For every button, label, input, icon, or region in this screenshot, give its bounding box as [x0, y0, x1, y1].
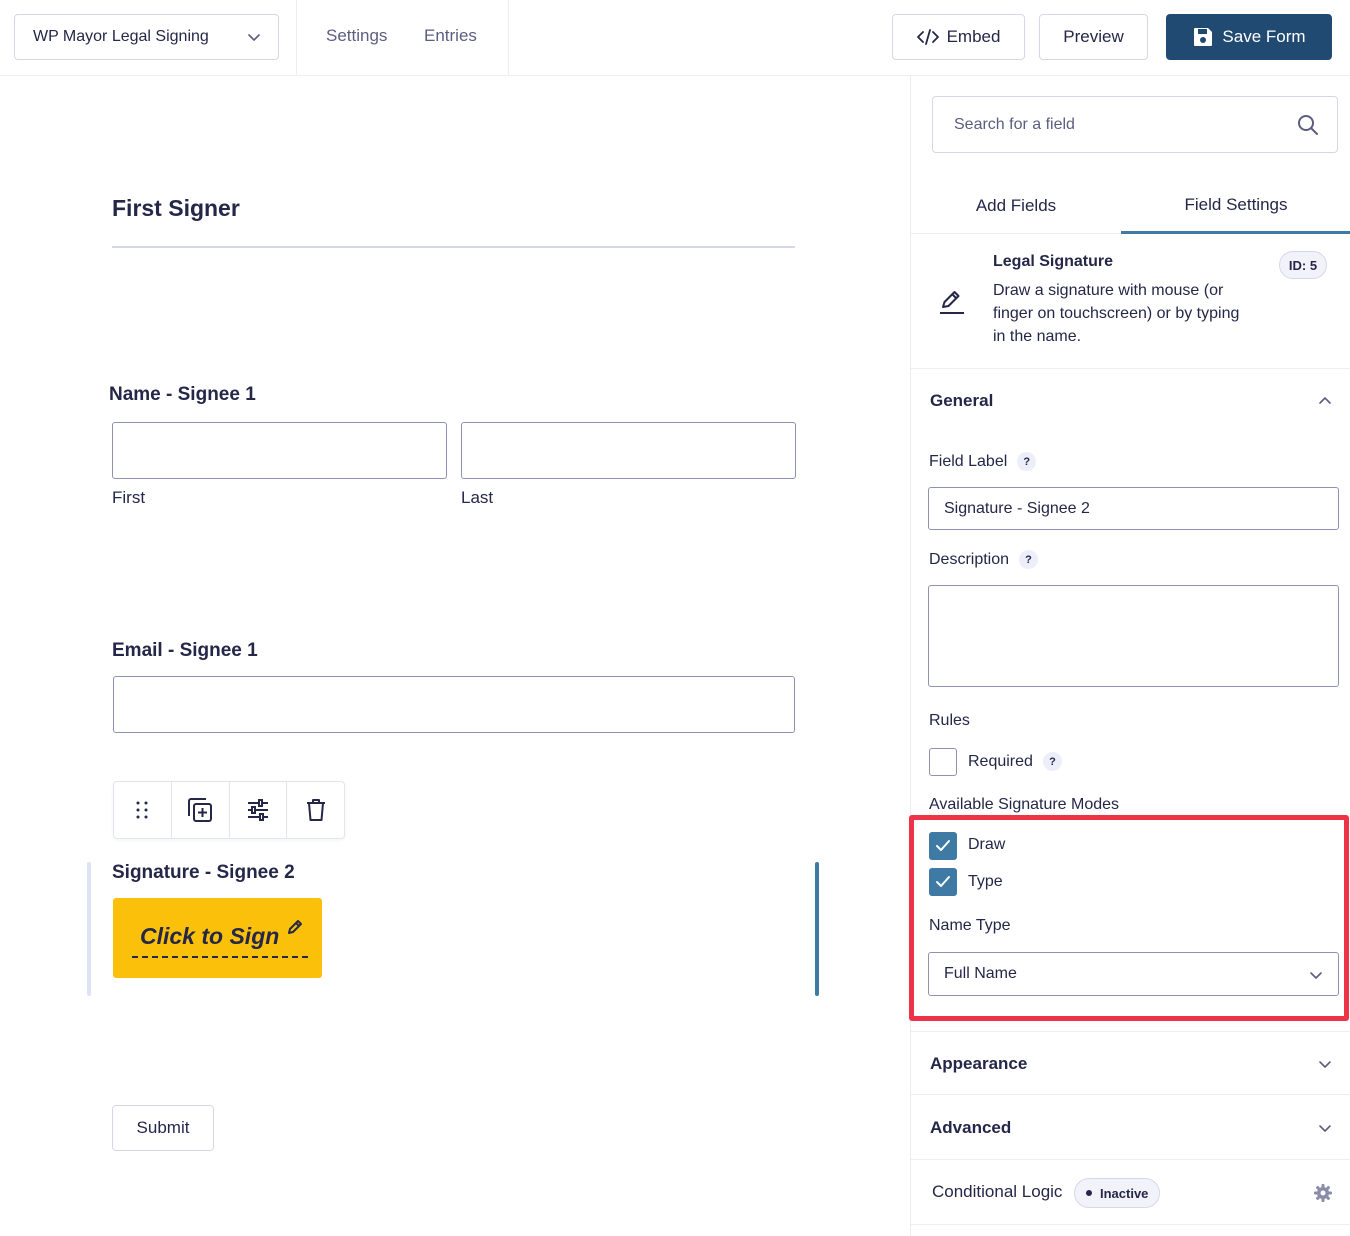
general-accordion-header[interactable]: General: [911, 369, 1350, 433]
tab-add-fields[interactable]: Add Fields: [911, 178, 1121, 234]
save-form-button[interactable]: Save Form: [1166, 14, 1332, 60]
type-label: Type: [968, 873, 1003, 890]
required-checkbox[interactable]: [929, 748, 957, 776]
name-field-label: Name - Signee 1: [109, 384, 256, 405]
preview-label: Preview: [1063, 27, 1124, 46]
click-to-sign-text: Click to Sign: [140, 918, 306, 950]
checkmark-icon: [936, 876, 950, 887]
search-placeholder: Search for a field: [954, 115, 1075, 133]
first-sublabel: First: [112, 488, 146, 507]
field-settings-button[interactable]: [230, 782, 288, 838]
preview-button[interactable]: Preview: [1039, 14, 1148, 60]
checkmark-icon: [936, 840, 950, 851]
divider: [508, 0, 509, 75]
draw-label: Draw: [968, 836, 1006, 853]
conditional-logic-header[interactable]: Conditional Logic Inactive: [911, 1161, 1350, 1225]
field-label-label: Field Label ?: [929, 452, 1037, 471]
nav-entries[interactable]: Entries: [424, 26, 477, 46]
signature-field-label: Signature - Signee 2: [112, 862, 295, 883]
appearance-title: Appearance: [930, 1054, 1028, 1073]
description-label: Description ?: [929, 550, 1039, 569]
last-name-input[interactable]: [461, 422, 796, 479]
advanced-accordion-header[interactable]: Advanced: [911, 1096, 1350, 1160]
click-to-sign-button[interactable]: Click to Sign: [113, 898, 322, 978]
nav-settings[interactable]: Settings: [326, 26, 387, 46]
divider: [296, 0, 297, 75]
email-field-label: Email - Signee 1: [112, 640, 258, 661]
sidebar-tabs: Add Fields Field Settings: [911, 178, 1350, 234]
field-toolbar: [113, 781, 345, 839]
general-title: General: [930, 391, 994, 410]
help-icon[interactable]: ?: [1042, 752, 1062, 771]
drag-handle-button[interactable]: [114, 782, 172, 838]
rules-label: Rules: [929, 712, 970, 729]
section-title: First Signer: [112, 195, 240, 221]
form-selector[interactable]: WP Mayor Legal Signing: [14, 14, 279, 60]
signature-icon: [940, 291, 964, 314]
status-dot-icon: [1086, 1190, 1092, 1196]
drag-handle-icon: [136, 801, 148, 819]
status-badge: Inactive: [1074, 1178, 1161, 1208]
top-bar: WP Mayor Legal Signing Settings Entries …: [0, 0, 1350, 76]
submit-button[interactable]: Submit: [112, 1105, 214, 1151]
help-icon[interactable]: ?: [1019, 550, 1039, 569]
required-label: Required ?: [968, 752, 1062, 771]
signature-modes-label: Available Signature Modes: [929, 796, 1120, 813]
chevron-down-icon: [1319, 1125, 1331, 1132]
field-info: Legal Signature Draw a signature with mo…: [911, 234, 1350, 369]
delete-button[interactable]: [287, 782, 344, 838]
signature-line: [132, 956, 308, 958]
sidebar: Search for a field Add Fields Field Sett…: [910, 76, 1350, 1236]
form-name: WP Mayor Legal Signing: [33, 28, 209, 45]
settings-sliders-icon: [247, 799, 268, 821]
search-icon: [1298, 115, 1318, 135]
appearance-accordion-header[interactable]: Appearance: [911, 1031, 1350, 1095]
section-divider: [112, 246, 795, 248]
last-sublabel: Last: [461, 488, 494, 507]
duplicate-icon: [188, 798, 213, 822]
email-input[interactable]: [113, 676, 795, 733]
field-type-title: Legal Signature: [993, 253, 1114, 270]
embed-button[interactable]: Embed: [892, 14, 1025, 60]
description-textarea[interactable]: [928, 585, 1339, 687]
field-search-input[interactable]: Search for a field: [932, 96, 1338, 153]
field-type-description: Draw a signature with mouse (or finger o…: [993, 282, 1240, 345]
chevron-up-icon: [1319, 397, 1331, 404]
code-icon: [916, 29, 939, 45]
pen-icon: [287, 920, 302, 934]
selection-bar-left: [87, 862, 91, 996]
save-form-label: Save Form: [1222, 27, 1306, 46]
name-type-label: Name Type: [929, 917, 1011, 934]
type-checkbox[interactable]: [929, 868, 957, 896]
selection-bar-right: [815, 862, 819, 996]
conditional-logic-title: Conditional Logic: [932, 1182, 1063, 1201]
save-icon: [1194, 28, 1213, 46]
chevron-down-icon: [1319, 1061, 1331, 1068]
name-type-select[interactable]: Full Name: [928, 952, 1339, 996]
embed-label: Embed: [946, 27, 1001, 46]
first-name-input[interactable]: [112, 422, 447, 479]
tab-field-settings[interactable]: Field Settings: [1121, 178, 1350, 234]
chevron-down-icon: [1310, 972, 1322, 979]
field-id-badge: ID: 5: [1279, 251, 1327, 279]
help-icon[interactable]: ?: [1017, 452, 1037, 471]
advanced-title: Advanced: [930, 1118, 1012, 1137]
field-label-value: Signature - Signee 2: [944, 499, 1090, 517]
trash-icon: [306, 799, 325, 821]
field-label-input[interactable]: Signature - Signee 2: [928, 487, 1339, 530]
chevron-down-icon: [248, 34, 260, 41]
gear-icon[interactable]: [1313, 1183, 1333, 1203]
draw-checkbox[interactable]: [929, 832, 957, 860]
name-type-value: Full Name: [944, 965, 1017, 982]
duplicate-button[interactable]: [172, 782, 230, 838]
